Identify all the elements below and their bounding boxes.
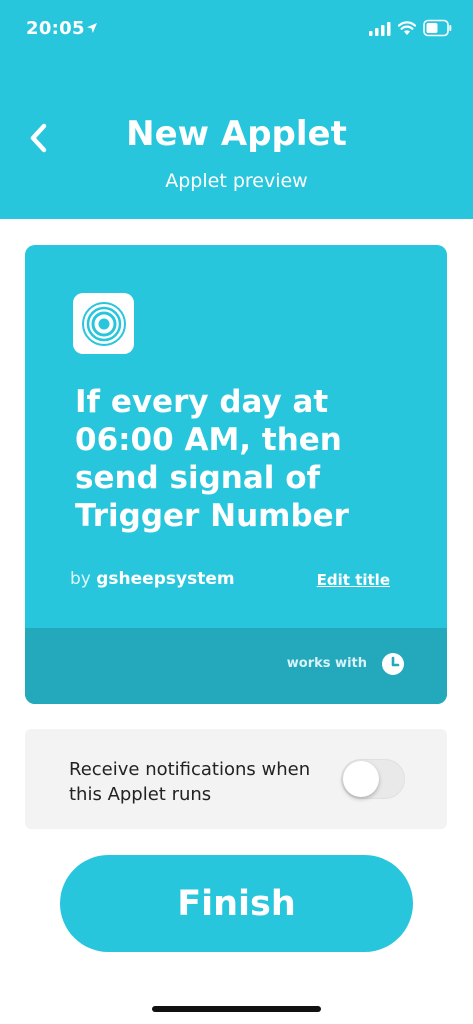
author-prefix: by [70,569,91,589]
toggle-knob [343,761,379,797]
applet-title: If every day at 06:00 AM, then send sign… [75,384,349,534]
finish-button[interactable]: Finish [60,855,413,952]
header: 20:05 New Applet Applet preview [0,0,473,219]
battery-icon [423,19,452,37]
cellular-signal-icon [369,22,391,36]
status-bar: 20:05 [0,0,473,60]
notification-toggle[interactable] [341,759,405,799]
author-name: gsheepsystem [96,569,235,589]
applet-card: If every day at 06:00 AM, then send sign… [25,245,447,704]
wifi-icon [398,21,416,35]
location-arrow-icon [87,23,97,33]
page-title: New Applet [126,114,347,154]
edit-title-link[interactable]: Edit title [317,571,390,589]
notification-setting-row: Receive notifications when this Applet r… [25,729,447,829]
signal-rings-icon [81,301,126,346]
notification-label: Receive notifications when this Applet r… [69,759,311,805]
clock-icon [382,653,404,675]
applet-author: by gsheepsystem [70,569,235,589]
status-time: 20:05 [26,18,85,39]
works-with-label: works with [286,656,367,671]
page-subtitle: Applet preview [165,170,308,192]
home-indicator[interactable] [152,1006,321,1012]
service-icon-tile [73,293,134,354]
card-footer: works with [25,628,447,704]
